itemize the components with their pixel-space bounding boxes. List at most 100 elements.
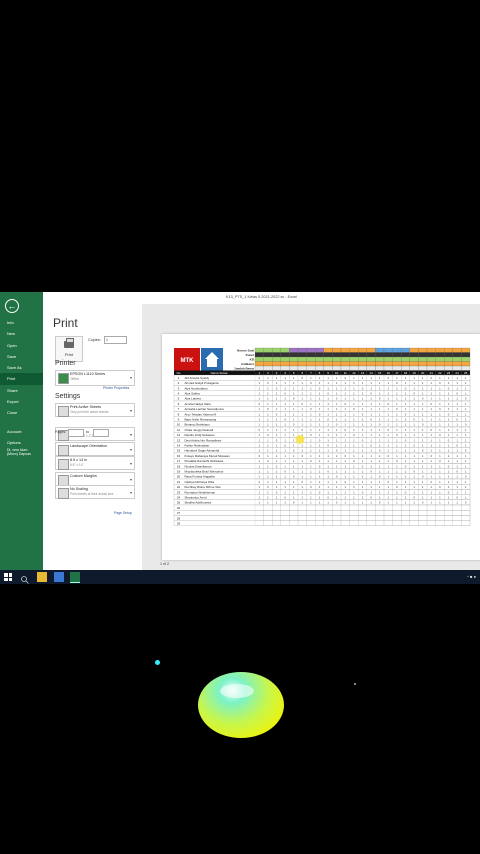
header-cell bbox=[452, 352, 462, 358]
header-cell bbox=[358, 356, 367, 362]
backstage-item-export[interactable]: Export bbox=[0, 396, 43, 407]
student-name: Daudio Fridji Setiawan bbox=[185, 433, 215, 437]
pages-to-input[interactable] bbox=[93, 429, 109, 437]
cyan-dot bbox=[155, 660, 160, 665]
setting-dropdown[interactable]: Custom Margins ▾ bbox=[55, 472, 135, 486]
printer-select[interactable]: EPSON L1110 Series Offline ▾ bbox=[55, 370, 135, 386]
print-button[interactable]: Print bbox=[55, 336, 83, 362]
header-cell bbox=[315, 356, 324, 362]
student-name: Hamidani Dappi Adnandal bbox=[185, 449, 220, 453]
header-cell bbox=[332, 356, 342, 362]
table-row bbox=[173, 400, 471, 407]
header-cell bbox=[263, 365, 273, 371]
header-cell bbox=[426, 365, 436, 371]
question-number: 21 bbox=[430, 371, 434, 375]
header-cell bbox=[340, 365, 350, 371]
backstage-item-close[interactable]: Close bbox=[0, 407, 43, 418]
header-row-label: Kunci bbox=[246, 353, 255, 357]
header-cell bbox=[401, 352, 410, 358]
setting-dropdown[interactable]: Print Active Sheets Only print the active… bbox=[55, 403, 135, 417]
backstage-item-new[interactable]: New bbox=[0, 328, 43, 339]
header-cell bbox=[409, 356, 419, 362]
header-cell bbox=[401, 365, 410, 371]
backstage-item-info[interactable]: Info bbox=[0, 317, 43, 328]
backstage-item-open[interactable]: Open bbox=[0, 340, 43, 351]
backstage-item-options[interactable]: Options bbox=[0, 437, 43, 448]
table-row bbox=[173, 421, 471, 428]
header-cell bbox=[392, 365, 402, 371]
student-name: Khadafia Ramadhi Wohkawa bbox=[185, 459, 224, 463]
row-number: 18 bbox=[177, 464, 181, 468]
question-number: 12 bbox=[352, 371, 356, 375]
search-icon[interactable] bbox=[20, 572, 30, 584]
header-cell bbox=[315, 352, 324, 358]
question-number: 22 bbox=[438, 371, 442, 375]
header-cell bbox=[452, 365, 462, 371]
question-number: 16 bbox=[387, 371, 391, 375]
setting-dropdown[interactable]: Landscape Orientation ▾ bbox=[55, 442, 135, 456]
windows-start-icon[interactable] bbox=[4, 573, 12, 581]
back-arrow-icon[interactable]: ← bbox=[5, 299, 19, 313]
speck bbox=[354, 683, 356, 685]
student-name: Desi Artikia Nur Ramadhani bbox=[185, 438, 222, 442]
table-row bbox=[173, 515, 471, 521]
header-cell bbox=[332, 347, 342, 353]
row-number: 27 bbox=[177, 511, 181, 515]
cursor-highlight bbox=[295, 434, 305, 444]
header-cell bbox=[254, 352, 264, 358]
header-cell bbox=[263, 352, 273, 358]
row-number: 28 bbox=[177, 516, 181, 520]
file-explorer-icon[interactable] bbox=[37, 572, 47, 582]
browser-icon[interactable] bbox=[54, 572, 64, 582]
printer-properties-link[interactable]: Printer Properties bbox=[103, 386, 129, 390]
row-number: 12 bbox=[177, 433, 181, 437]
header-cell bbox=[435, 361, 445, 367]
row-number: 16 bbox=[177, 454, 181, 458]
setting-dropdown[interactable]: No Scaling Print sheets at their actual s… bbox=[55, 485, 135, 499]
table-row bbox=[173, 473, 471, 480]
setting-dropdown[interactable]: 8.5 x 14 in 8.5" x 14" ▾ bbox=[55, 456, 135, 470]
header-cell bbox=[332, 352, 342, 358]
header-cell bbox=[375, 365, 385, 371]
header-cell bbox=[358, 347, 367, 353]
header-cell bbox=[418, 347, 428, 353]
table-row bbox=[173, 494, 471, 500]
header-cell bbox=[297, 347, 307, 353]
print-preview-page: MTK Nomor Soal Kunci KD Indikator Jumlah Bena… bbox=[162, 334, 480, 560]
header-cell bbox=[280, 365, 290, 371]
table-row bbox=[173, 478, 471, 485]
copies-input[interactable]: 1 bbox=[104, 336, 127, 344]
header-cell bbox=[272, 365, 281, 371]
backstage-item-share[interactable]: Share bbox=[0, 385, 43, 396]
backstage-note: Di, vero klum (Micro) Dapoas bbox=[7, 448, 31, 457]
excel-taskbar-icon[interactable] bbox=[70, 572, 80, 583]
question-number: 11 bbox=[344, 371, 347, 375]
header-cell bbox=[366, 347, 376, 353]
header-cell bbox=[297, 361, 307, 367]
header-cell bbox=[340, 352, 350, 358]
header-cell bbox=[461, 361, 471, 367]
page-setup-link[interactable]: Page Setup bbox=[114, 511, 132, 515]
page-navigator[interactable]: 1 of 2 bbox=[160, 562, 169, 566]
header-cell bbox=[358, 365, 367, 371]
header-cell bbox=[461, 352, 471, 358]
backstage-item-save-as[interactable]: Save As bbox=[0, 362, 43, 373]
system-tray[interactable]: ^ ■ ● bbox=[467, 574, 476, 579]
backstage-item-print[interactable]: Print bbox=[0, 373, 43, 385]
chevron-down-icon: ▾ bbox=[129, 375, 132, 380]
header-cell bbox=[254, 356, 264, 362]
header-row-label: Nomor Soal bbox=[237, 349, 254, 353]
header-cell bbox=[306, 361, 316, 367]
backstage-item-account[interactable]: Account bbox=[0, 426, 43, 437]
header-cell bbox=[401, 356, 410, 362]
header-cell bbox=[340, 356, 350, 362]
header-cell bbox=[297, 356, 307, 362]
pages-from-input[interactable] bbox=[68, 429, 84, 437]
backstage-item-save[interactable]: Save bbox=[0, 351, 43, 362]
setting-icon bbox=[58, 406, 69, 417]
header-cell bbox=[306, 347, 316, 353]
header-cell bbox=[375, 347, 385, 353]
header-cell bbox=[461, 347, 471, 353]
setting-label: Print Active Sheets bbox=[70, 405, 101, 409]
header-cell bbox=[289, 365, 299, 371]
